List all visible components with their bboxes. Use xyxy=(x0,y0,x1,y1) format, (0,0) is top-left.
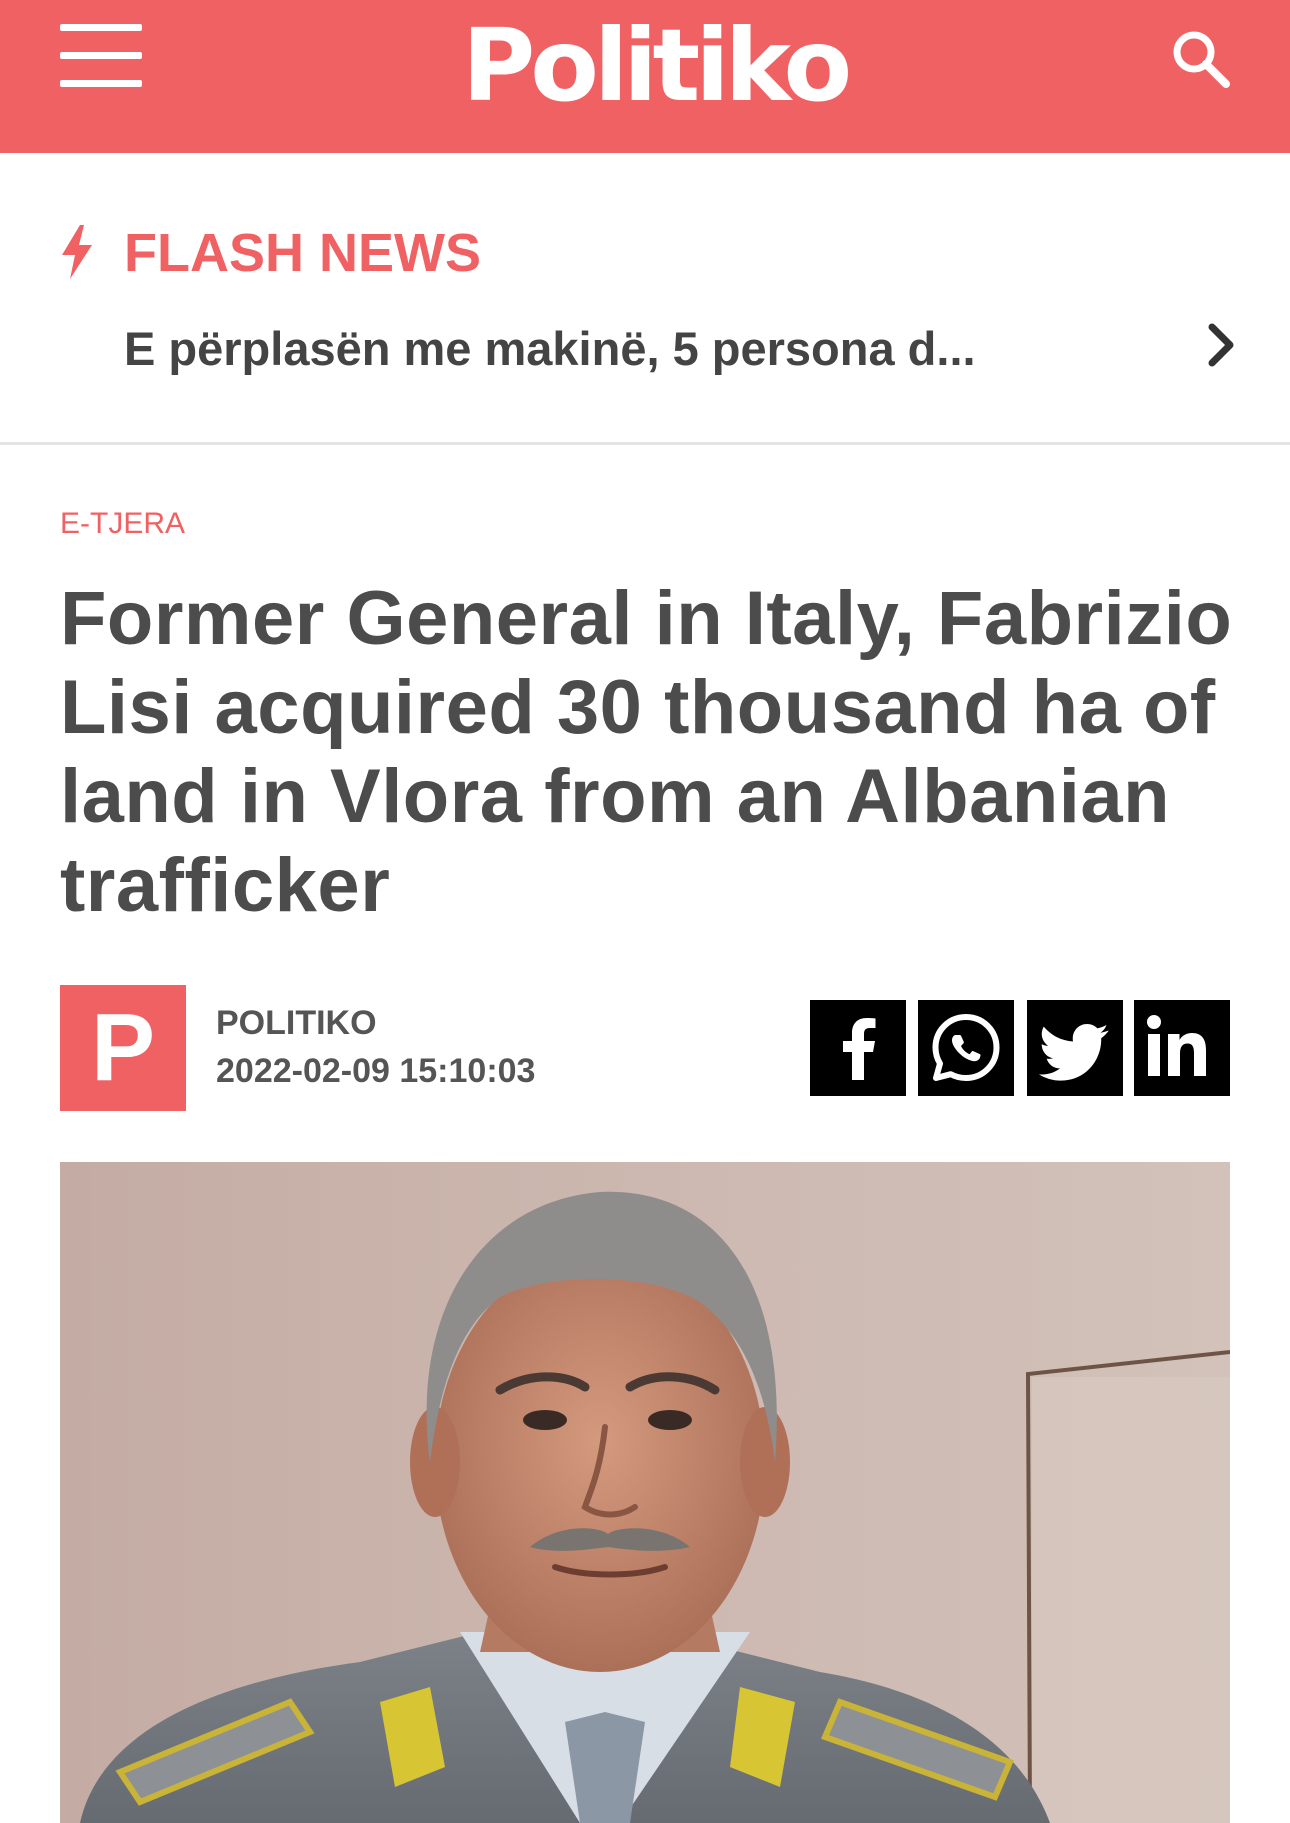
twitter-share-button[interactable] xyxy=(1027,1000,1123,1096)
search-icon[interactable] xyxy=(1170,28,1232,90)
article-headline: Former General in Italy, Fabrizio Lisi a… xyxy=(60,576,1233,928)
author-avatar[interactable]: P xyxy=(60,985,186,1111)
hamburger-menu-icon[interactable] xyxy=(60,24,142,88)
post-date: 2022-02-09 15:10:03 xyxy=(216,1052,536,1090)
facebook-icon xyxy=(843,1018,876,1080)
flash-news-headline[interactable]: E përplasën me makinë, 5 persona d... xyxy=(124,319,1084,379)
linkedin-share-button[interactable] xyxy=(1134,1000,1230,1096)
lightning-bolt-icon xyxy=(60,225,94,279)
menu-line xyxy=(60,52,142,59)
site-logo[interactable]: Politiko xyxy=(462,8,852,123)
whatsapp-share-button[interactable] xyxy=(918,1000,1014,1096)
linkedin-icon xyxy=(1147,1015,1206,1076)
twitter-icon xyxy=(1038,1024,1109,1081)
chevron-right-icon[interactable] xyxy=(1206,322,1236,368)
article-photo[interactable] xyxy=(60,1162,1230,1823)
flash-news-bar: FLASH NEWS E përplasën me makinë, 5 pers… xyxy=(0,153,1290,445)
article-category[interactable]: E-TJERA xyxy=(60,504,185,544)
author-name[interactable]: POLITIKO xyxy=(216,1002,377,1044)
flash-news-title: FLASH NEWS xyxy=(124,223,481,283)
top-header: Politiko xyxy=(0,0,1290,153)
whatsapp-icon xyxy=(932,1014,1000,1081)
portrait-photo xyxy=(60,1162,1230,1823)
facebook-share-button[interactable] xyxy=(810,1000,906,1096)
menu-line xyxy=(60,80,142,87)
menu-line xyxy=(60,24,142,31)
